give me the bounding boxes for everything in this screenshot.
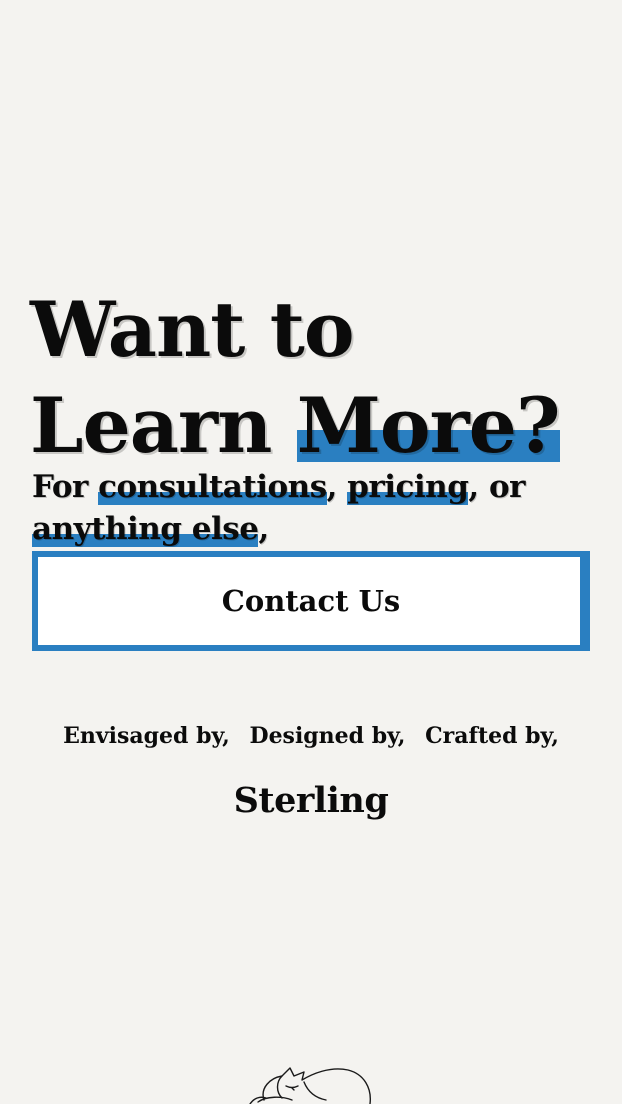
reason-pricing: pricing: [347, 466, 469, 508]
reason-separator: ,: [326, 469, 348, 505]
credit-crafted: Crafted by,: [425, 723, 559, 749]
credit-designed: Designed by,: [249, 723, 406, 749]
author-name: Sterling: [233, 780, 389, 821]
contact-us-button-face[interactable]: Contact Us: [38, 557, 584, 645]
reason-anything-else: anything else: [32, 508, 259, 550]
reason-suffix: ,: [258, 511, 269, 547]
contact-reasons: For consultations, pricing, or anything …: [32, 466, 592, 550]
hero-heading-highlight: More?: [296, 378, 561, 474]
sleeping-cat-icon: [249, 1067, 371, 1104]
contact-section: Want to Learn More? For consultations, p…: [0, 0, 622, 1104]
reason-separator: , or: [468, 469, 526, 505]
credit-envisaged: Envisaged by,: [63, 723, 230, 749]
hero-heading-plain: Learn: [30, 381, 297, 470]
contact-us-button[interactable]: Contact Us: [32, 551, 590, 651]
reason-consultations: consultations: [98, 466, 327, 508]
contact-reasons-prefix: For: [32, 469, 99, 505]
contact-us-button-label: Contact Us: [221, 584, 401, 618]
hero-heading-line-2: Learn More?: [30, 378, 561, 474]
hero-heading-line-1: Want to: [30, 285, 355, 374]
hero-heading: Want to Learn More?: [30, 282, 561, 474]
credits-row: Envisaged by, Designed by, Crafted by,: [0, 723, 622, 749]
